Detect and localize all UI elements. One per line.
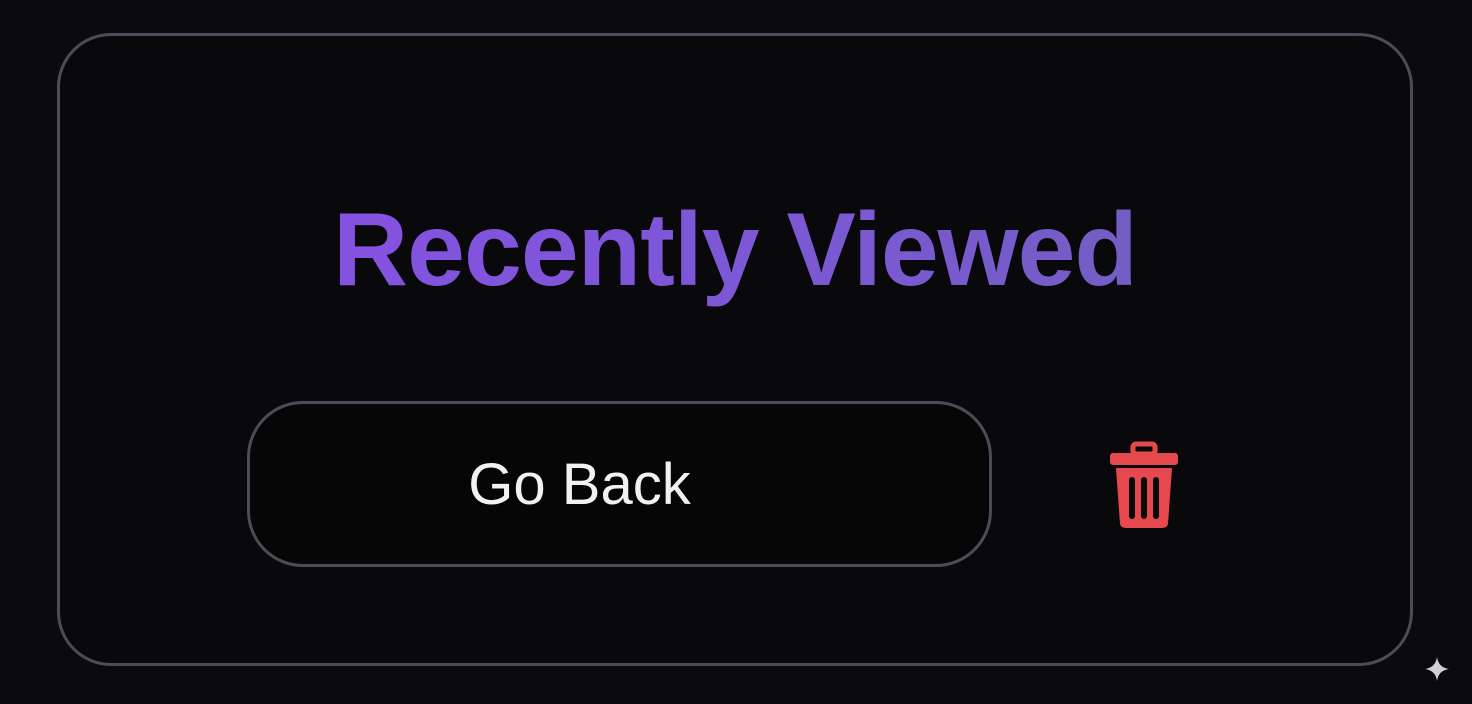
recently-viewed-card: Recently Viewed [57,33,1413,666]
trash-icon[interactable] [1106,440,1182,530]
sparkle-icon [1425,657,1449,681]
go-back-button[interactable]: Go Back [247,401,992,567]
go-back-label: Go Back [468,451,691,517]
page-title: Recently Viewed [60,190,1410,310]
